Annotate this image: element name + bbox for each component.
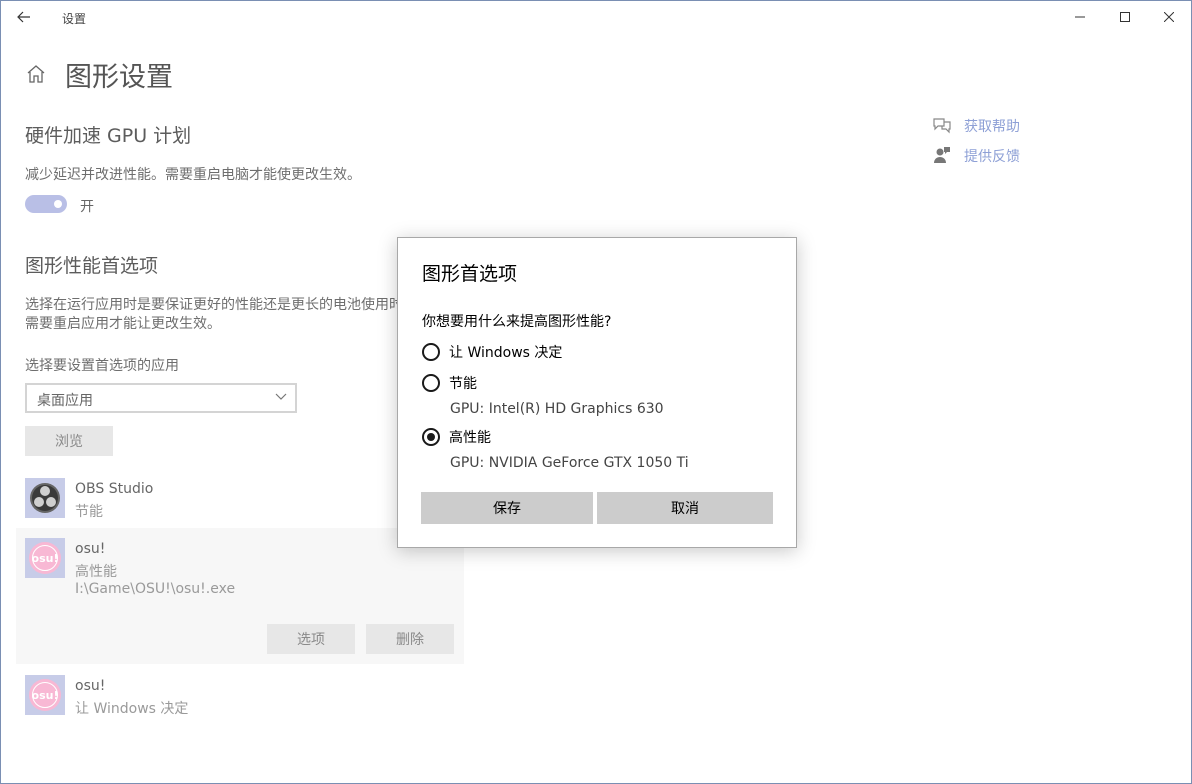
radio-label: 节能	[449, 376, 477, 392]
browse-button[interactable]: 浏览	[25, 426, 113, 456]
power-saving-gpu-info: GPU: Intel(R) HD Graphics 630	[450, 401, 664, 417]
osu-logo-text: osu!	[32, 545, 58, 571]
back-button[interactable]	[11, 6, 37, 28]
graphics-perf-heading: 图形性能首选项	[25, 255, 159, 277]
home-icon[interactable]	[25, 63, 47, 85]
osu-app-icon: osu!	[25, 538, 65, 578]
app-name: OBS Studio	[75, 481, 154, 497]
app-preference: 节能	[75, 504, 103, 520]
close-button[interactable]	[1146, 1, 1191, 33]
graphics-perf-description-2: 需要重启应用才能让更改生效。	[25, 316, 221, 332]
cancel-button[interactable]: 取消	[597, 492, 773, 524]
minimize-button[interactable]	[1057, 1, 1103, 33]
radio-label: 让 Windows 决定	[449, 345, 563, 361]
feedback-icon	[934, 147, 950, 163]
radio-dot	[427, 433, 435, 441]
dialog-title: 图形首选项	[422, 263, 518, 285]
osu-logo: osu!	[29, 542, 61, 574]
app-type-select[interactable]: 桌面应用	[25, 383, 297, 413]
app-preference: 高性能	[75, 564, 117, 580]
radio-option-high-performance[interactable]: 高性能	[422, 426, 491, 448]
app-select-label: 选择要设置首选项的应用	[25, 358, 179, 374]
delete-button[interactable]: 删除	[366, 624, 454, 654]
app-path: I:\Game\OSU!\osu!.exe	[75, 581, 236, 597]
dialog-question: 你想要用什么来提高图形性能?	[422, 314, 612, 330]
minimize-icon	[1075, 16, 1085, 18]
save-button[interactable]: 保存	[421, 492, 593, 524]
high-performance-gpu-info: GPU: NVIDIA GeForce GTX 1050 Ti	[450, 455, 689, 471]
osu-app-icon: osu!	[25, 675, 65, 715]
osu-logo-text: osu!	[32, 682, 58, 708]
feedback-link[interactable]: 提供反馈	[964, 146, 1020, 166]
window-title: 设置	[62, 12, 87, 26]
hardware-gpu-toggle[interactable]	[25, 195, 67, 213]
graphics-perf-description-1: 选择在运行应用时是要保证更好的性能还是更长的电池使用时间	[25, 297, 397, 313]
radio-option-let-windows-decide[interactable]: 让 Windows 决定	[422, 341, 562, 363]
osu-logo: osu!	[29, 679, 61, 711]
radio-button-checked[interactable]	[422, 428, 440, 446]
list-item-obs[interactable]: OBS Studio 节能	[25, 478, 455, 523]
osu-row-content: osu! osu! 高性能 I:\Game\OSU!\osu!.exe	[25, 538, 445, 618]
title-bar: 设置	[1, 1, 1191, 33]
list-item-osu-selected[interactable]: osu! osu! 高性能 I:\Game\OSU!\osu!.exe 选项 删…	[16, 528, 464, 664]
radio-label: 高性能	[449, 430, 491, 446]
page-title: 图形设置	[65, 62, 173, 93]
get-help-link[interactable]: 获取帮助	[964, 116, 1020, 136]
maximize-icon	[1120, 12, 1130, 22]
back-arrow-icon	[17, 11, 30, 23]
hardware-gpu-description: 减少延迟并改进性能。需要重启电脑才能使更改生效。	[25, 167, 361, 183]
app-name: osu!	[75, 541, 106, 557]
toggle-state-label: 开	[80, 199, 94, 215]
maximize-button[interactable]	[1102, 1, 1148, 33]
chevron-down-icon	[275, 393, 287, 400]
close-icon	[1164, 12, 1174, 22]
toggle-knob	[54, 200, 62, 208]
obs-app-icon	[25, 478, 65, 518]
radio-button[interactable]	[422, 374, 440, 392]
app-preference: 让 Windows 决定	[75, 701, 189, 717]
app-name: osu!	[75, 678, 106, 694]
settings-window: 设置 图形设置 硬件加速 GPU 计划 减少延迟并改进性能。需要重启电脑才能使更…	[0, 0, 1192, 784]
help-chat-icon	[933, 118, 951, 134]
graphics-preference-dialog: 图形首选项 你想要用什么来提高图形性能? 让 Windows 决定 节能 GPU…	[397, 237, 797, 548]
list-item-osu[interactable]: osu! osu! 让 Windows 决定	[25, 675, 455, 720]
radio-option-power-saving[interactable]: 节能	[422, 372, 477, 394]
app-type-value: 桌面应用	[37, 393, 93, 409]
options-button[interactable]: 选项	[267, 624, 355, 654]
radio-button[interactable]	[422, 343, 440, 361]
hardware-gpu-heading: 硬件加速 GPU 计划	[25, 125, 192, 147]
